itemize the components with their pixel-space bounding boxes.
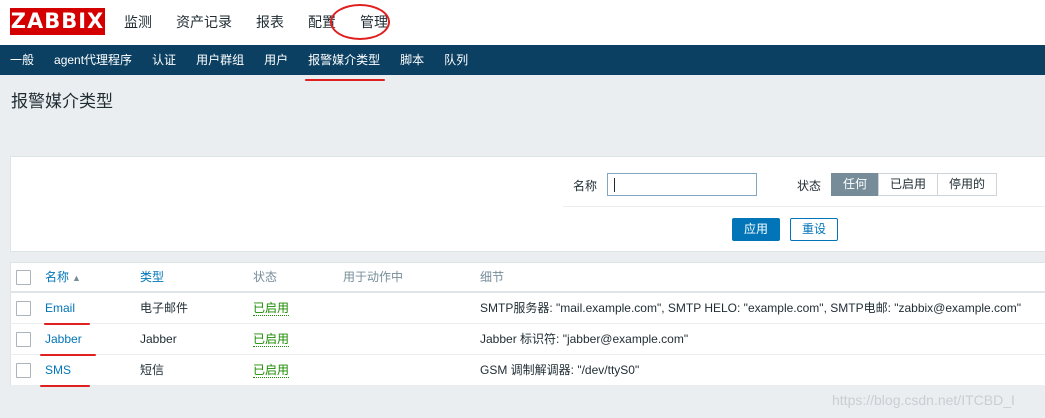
header-details: 细节 bbox=[480, 270, 505, 284]
submenu-general[interactable]: 一般 bbox=[0, 45, 44, 75]
submenu-queue[interactable]: 队列 bbox=[434, 45, 478, 75]
table-row: SMS 短信 已启用 GSM 调制解调器: "/dev/ttyS0" bbox=[10, 355, 1045, 386]
row-checkbox[interactable] bbox=[16, 301, 31, 316]
media-type-name-link[interactable]: Email bbox=[45, 301, 75, 315]
filter-divider bbox=[563, 206, 1045, 207]
submenu-users[interactable]: 用户 bbox=[254, 45, 298, 75]
text-caret bbox=[614, 178, 615, 192]
header-name[interactable]: 名称 ▲ bbox=[45, 262, 81, 292]
status-toggle[interactable]: 已启用 bbox=[253, 301, 290, 316]
menu-reports[interactable]: 报表 bbox=[250, 0, 290, 45]
menu-administration[interactable]: 管理 bbox=[354, 0, 394, 45]
apply-button[interactable]: 应用 bbox=[732, 218, 780, 241]
menu-monitoring[interactable]: 监测 bbox=[118, 0, 158, 45]
media-type-type: Jabber bbox=[140, 332, 177, 346]
row-checkbox[interactable] bbox=[16, 363, 31, 378]
media-type-name-link[interactable]: Jabber bbox=[45, 332, 82, 346]
menu-inventory[interactable]: 资产记录 bbox=[170, 0, 238, 45]
annotation-underline bbox=[305, 79, 385, 81]
zabbix-logo[interactable]: ZABBIX bbox=[10, 8, 105, 35]
reset-button[interactable]: 重设 bbox=[790, 218, 838, 241]
media-type-details: Jabber 标识符: "jabber@example.com" bbox=[480, 332, 689, 346]
submenu-scripts[interactable]: 脚本 bbox=[390, 45, 434, 75]
status-option-disabled[interactable]: 停用的 bbox=[937, 173, 998, 196]
select-all-checkbox[interactable] bbox=[16, 270, 31, 285]
submenu-authentication[interactable]: 认证 bbox=[142, 45, 186, 75]
submenu-proxies[interactable]: agent代理程序 bbox=[44, 45, 142, 75]
table-header-row: 名称 ▲ 类型 状态 用于动作中 细节 bbox=[10, 262, 1045, 293]
submenu-user-groups[interactable]: 用户群组 bbox=[186, 45, 254, 75]
status-toggle[interactable]: 已启用 bbox=[253, 332, 290, 347]
watermark: https://blog.csdn.net/ITCBD_I bbox=[832, 392, 1015, 408]
row-checkbox[interactable] bbox=[16, 332, 31, 347]
table-row: Email 电子邮件 已启用 SMTP服务器: "mail.example.co… bbox=[10, 293, 1045, 324]
status-option-enabled[interactable]: 已启用 bbox=[878, 173, 939, 196]
sub-menu: 一般 agent代理程序 认证 用户群组 用户 报警媒介类型 脚本 队列 bbox=[0, 45, 1045, 75]
main-menu: 监测 资产记录 报表 配置 管理 bbox=[118, 0, 406, 45]
filter-name-label: 名称 bbox=[573, 179, 598, 193]
media-type-name-link[interactable]: SMS bbox=[45, 363, 71, 377]
header-status: 状态 bbox=[253, 270, 278, 284]
header-used-in-actions: 用于动作中 bbox=[343, 270, 404, 284]
menu-configuration[interactable]: 配置 bbox=[302, 0, 342, 45]
filter-panel bbox=[10, 156, 1045, 252]
media-type-details: GSM 调制解调器: "/dev/ttyS0" bbox=[480, 363, 640, 377]
media-type-type: 电子邮件 bbox=[140, 301, 189, 315]
sort-asc-icon: ▲ bbox=[72, 273, 81, 283]
table-row: Jabber Jabber 已启用 Jabber 标识符: "jabber@ex… bbox=[10, 324, 1045, 355]
filter-status-label: 状态 bbox=[797, 179, 822, 193]
page-title: 报警媒介类型 bbox=[11, 92, 113, 111]
media-type-type: 短信 bbox=[140, 363, 165, 377]
filter-status-segmented: 任何 已启用 停用的 bbox=[831, 173, 998, 196]
status-option-any[interactable]: 任何 bbox=[831, 173, 880, 196]
status-toggle[interactable]: 已启用 bbox=[253, 363, 290, 378]
submenu-media-types[interactable]: 报警媒介类型 bbox=[298, 45, 390, 75]
header-type[interactable]: 类型 bbox=[140, 262, 164, 292]
filter-name-input[interactable] bbox=[607, 173, 757, 196]
media-type-details: SMTP服务器: "mail.example.com", SMTP HELO: … bbox=[480, 301, 1021, 315]
